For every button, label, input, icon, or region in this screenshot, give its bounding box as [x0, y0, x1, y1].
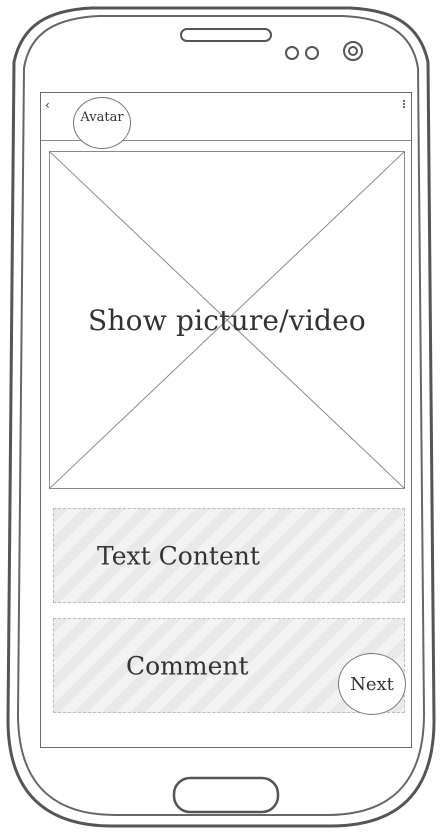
phone-screen: ‹ Avatar Show picture/video Text Content…	[40, 92, 412, 748]
text-content-label: Text Content	[97, 541, 260, 570]
media-placeholder[interactable]: Show picture/video	[49, 151, 405, 489]
back-icon[interactable]: ‹	[45, 99, 50, 111]
comment-panel[interactable]: Comment Next	[53, 618, 406, 715]
comment-label: Comment	[126, 651, 249, 680]
top-app-bar: ‹ Avatar	[41, 93, 411, 149]
avatar[interactable]: Avatar	[73, 97, 131, 149]
next-button[interactable]: Next	[338, 653, 406, 715]
avatar-label: Avatar	[80, 109, 124, 125]
media-label: Show picture/video	[88, 304, 366, 337]
overflow-menu-icon[interactable]	[403, 100, 405, 112]
phone-mockup: ‹ Avatar Show picture/video Text Content…	[0, 0, 442, 835]
text-content-panel: Text Content	[53, 508, 405, 603]
